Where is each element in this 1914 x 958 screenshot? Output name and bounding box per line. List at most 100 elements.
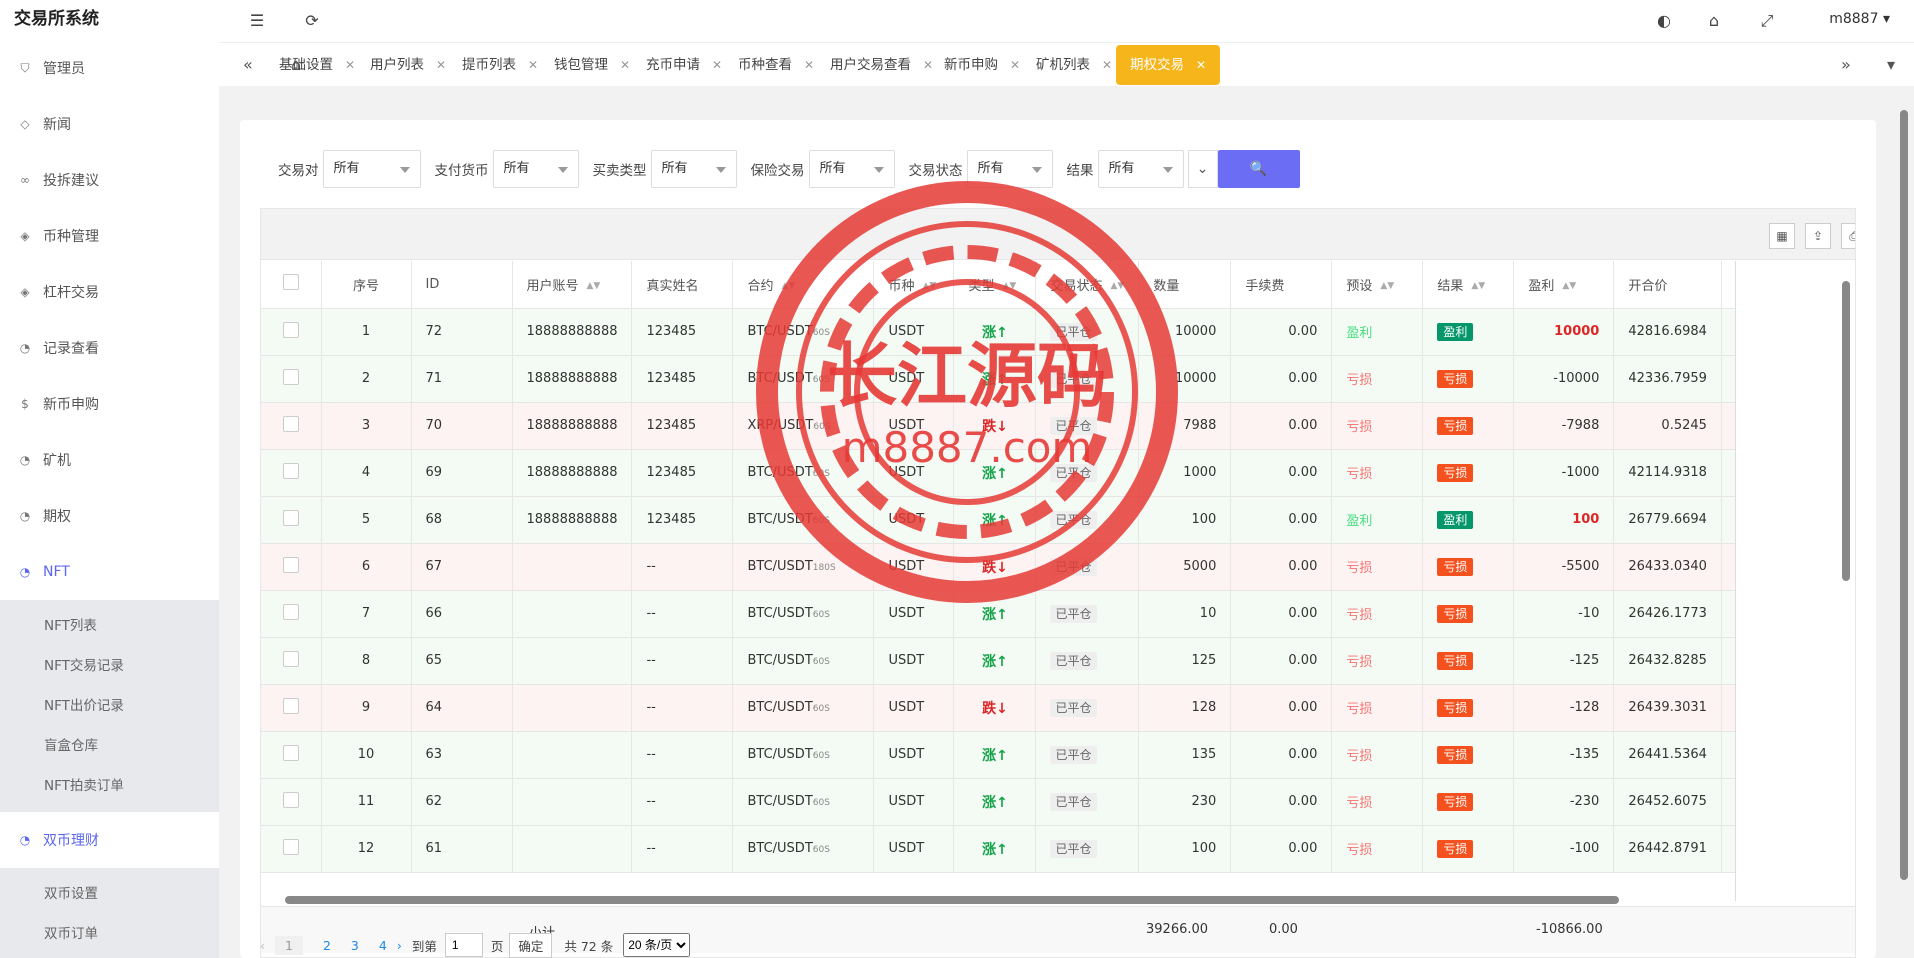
filter-select[interactable]: 所有 <box>492 150 579 188</box>
table-row[interactable]: 5 68 18888888888 123485 BTC/USDT60S USDT 涨↑ 已平仓… <box>261 496 1777 544</box>
table-row[interactable]: 3 70 18888888888 123485 XRP/USDT60S USDT 跌↓ 已平仓… <box>261 402 1777 450</box>
fullscreen-icon[interactable]: ⤢ <box>1757 11 1777 31</box>
table-row[interactable]: 11 62 -- BTC/USDT60S USDT 涨↑ 已平仓 230 0.00 亏损 亏损 -23… <box>261 778 1777 826</box>
sort-icon[interactable]: ▲▼ <box>1471 281 1485 291</box>
tab-item[interactable]: 用户列表 ✕ <box>370 45 446 85</box>
menu-collapse-icon[interactable]: ☰ <box>247 11 267 31</box>
page-size-select[interactable]: 20 条/页 <box>623 933 691 957</box>
page-number[interactable]: 1 <box>275 935 303 955</box>
column-header[interactable]: 开合价 <box>1613 261 1722 309</box>
sidebar-item[interactable]: ◈ 币种管理 <box>0 208 219 264</box>
sort-icon[interactable]: ▲▼ <box>587 281 601 291</box>
table-row[interactable]: 10 63 -- BTC/USDT60S USDT 涨↑ 已平仓 135 0.00 亏损 亏损 -13… <box>261 731 1777 779</box>
tab-item[interactable]: 提币列表 ✕ <box>462 45 538 85</box>
tab-item[interactable]: 币种查看 ✕ <box>738 45 814 85</box>
page-number[interactable]: 3 <box>351 938 359 953</box>
goto-page-input[interactable] <box>444 933 483 957</box>
table-horizontal-scrollbar[interactable] <box>267 892 1853 906</box>
submenu-item[interactable]: 盲盒仓库 <box>0 726 219 766</box>
page-number[interactable]: 2 <box>323 938 331 953</box>
page-scrollbar[interactable] <box>1900 110 1910 890</box>
filter-select[interactable]: 所有 <box>808 150 895 188</box>
submenu-item[interactable]: NFT交易记录 <box>0 646 219 686</box>
submenu-item[interactable]: NFT拍卖订单 <box>0 766 219 806</box>
sort-icon[interactable]: ▲▼ <box>1003 281 1017 291</box>
tab-item[interactable]: 期权交易 ✕ <box>1116 45 1221 85</box>
row-checkbox[interactable] <box>282 556 299 573</box>
row-checkbox[interactable] <box>282 603 299 620</box>
table-row[interactable]: 1 72 18888888888 123485 BTC/USDT60S USDT 涨↑ 已平仓… <box>261 308 1777 356</box>
tab-item[interactable]: 充币申请 ✕ <box>646 45 722 85</box>
select-all-checkbox[interactable] <box>282 274 299 291</box>
next-page-icon[interactable]: › <box>397 938 402 953</box>
row-checkbox[interactable] <box>282 650 299 667</box>
table-row[interactable]: 4 69 18888888888 123485 BTC/USDT60S USDT 涨↑ 已平仓… <box>261 449 1777 497</box>
close-icon[interactable]: ✕ <box>923 58 933 72</box>
table-row[interactable]: 9 64 -- BTC/USDT60S USDT 跌↓ 已平仓 128 0.00 亏损 亏损 -128… <box>261 684 1777 732</box>
sidebar-item[interactable]: $ 新币申购 <box>0 376 219 432</box>
row-checkbox[interactable] <box>282 744 299 761</box>
tag-icon[interactable]: ⌂ <box>1704 11 1724 31</box>
column-header[interactable]: 手续费 <box>1230 261 1333 309</box>
close-icon[interactable]: ✕ <box>712 58 722 72</box>
column-header[interactable]: 真实姓名 <box>631 261 734 309</box>
search-button[interactable]: 🔍 <box>1217 150 1300 188</box>
sort-icon[interactable]: ▲▼ <box>1111 281 1125 291</box>
close-icon[interactable]: ✕ <box>528 58 538 72</box>
user-menu[interactable]: m8887 ▾ <box>1829 11 1890 27</box>
row-checkbox[interactable] <box>282 697 299 714</box>
sidebar-item[interactable]: ◔ 矿机 <box>0 432 219 488</box>
row-checkbox[interactable] <box>282 791 299 808</box>
sidebar-item[interactable]: ◈ 杠杆交易 <box>0 264 219 320</box>
table-row[interactable]: 2 71 18888888888 123485 BTC/USDT60S USDT 涨↑ 已平仓… <box>261 355 1777 403</box>
column-header[interactable]: 数量 <box>1138 261 1232 309</box>
submenu-item[interactable]: 双币订单 <box>0 914 219 954</box>
table-row[interactable]: 6 67 -- BTC/USDT180S USDT 跌↓ 已平仓 5000 0.00 亏损 亏损 -5… <box>261 543 1777 591</box>
submenu-item[interactable]: 双币设置 <box>0 874 219 914</box>
export-icon[interactable]: ⇪ <box>1805 223 1831 249</box>
confirm-button[interactable]: 确定 <box>509 932 553 958</box>
row-checkbox[interactable] <box>282 415 299 432</box>
tabs-prev-icon[interactable]: « <box>243 55 253 74</box>
close-icon[interactable]: ✕ <box>1102 58 1112 72</box>
tab-item[interactable]: 基础设置 ✕ <box>279 45 355 85</box>
close-icon[interactable]: ✕ <box>620 58 630 72</box>
submenu-item[interactable]: NFT列表 <box>0 606 219 646</box>
sidebar-item[interactable]: ◔ 记录查看 <box>0 320 219 376</box>
close-icon[interactable]: ✕ <box>436 58 446 72</box>
tabs-menu-icon[interactable]: ▾ <box>1887 55 1895 74</box>
row-checkbox[interactable] <box>282 509 299 526</box>
filter-select[interactable]: 所有 <box>650 150 737 188</box>
column-header[interactable]: ID <box>411 261 513 309</box>
filter-select[interactable]: 所有 <box>322 150 421 188</box>
row-checkbox[interactable] <box>282 462 299 479</box>
table-row[interactable]: 8 65 -- BTC/USDT60S USDT 涨↑ 已平仓 125 0.00 亏损 亏损 -125… <box>261 637 1777 685</box>
column-header[interactable]: 交易状态 ▲▼ <box>1035 261 1140 309</box>
row-checkbox[interactable] <box>282 838 299 855</box>
filter-select[interactable]: 所有 <box>1097 150 1184 188</box>
column-header[interactable]: 合约 ▲▼ <box>732 261 875 309</box>
expand-filters-button[interactable]: ⌄ <box>1187 150 1218 188</box>
sort-icon[interactable]: ▲▼ <box>782 281 796 291</box>
sidebar-item[interactable]: ⛉ 管理员 <box>0 40 219 96</box>
tab-item[interactable]: 矿机列表 ✕ <box>1036 45 1112 85</box>
row-checkbox[interactable] <box>282 368 299 385</box>
close-icon[interactable]: ✕ <box>1196 58 1206 72</box>
column-header[interactable]: 币种 ▲▼ <box>873 261 955 309</box>
table-vertical-scrollbar[interactable] <box>1839 261 1853 891</box>
column-header[interactable]: 盈利 ▲▼ <box>1513 261 1615 309</box>
sort-icon[interactable]: ▲▼ <box>923 281 937 291</box>
filter-select[interactable]: 所有 <box>966 150 1053 188</box>
columns-icon[interactable]: ▦ <box>1769 223 1795 249</box>
sidebar-item[interactable]: ◇ 新闻 <box>0 96 219 152</box>
sidebar-item[interactable]: ∞ 投拆建议 <box>0 152 219 208</box>
sort-icon[interactable]: ▲▼ <box>1562 281 1576 291</box>
tab-item[interactable]: 用户交易查看 ✕ <box>830 45 933 85</box>
tab-item[interactable]: 新币申购 ✕ <box>944 45 1020 85</box>
tabs-next-icon[interactable]: » <box>1841 55 1851 74</box>
sidebar-item-dual[interactable]: ◔ 双币理财 <box>0 812 219 868</box>
table-row[interactable]: 12 61 -- BTC/USDT60S USDT 涨↑ 已平仓 100 0.00 亏损 亏损 -10… <box>261 825 1777 873</box>
sort-icon[interactable]: ▲▼ <box>1380 281 1394 291</box>
column-header[interactable]: 类型 ▲▼ <box>953 261 1037 309</box>
tab-item[interactable]: 钱包管理 ✕ <box>554 45 630 85</box>
